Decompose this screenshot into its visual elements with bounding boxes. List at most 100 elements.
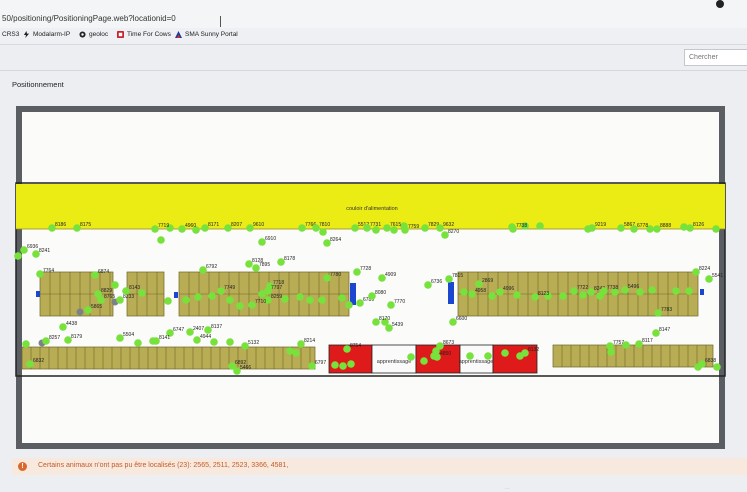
animal-marker[interactable] xyxy=(22,340,30,348)
animal-marker[interactable] xyxy=(484,352,492,360)
animal-id-label: 8126 xyxy=(693,222,704,228)
animal-id-label: 8123 xyxy=(538,291,549,297)
animal-id-label: 5865 xyxy=(91,304,102,310)
animal-marker[interactable] xyxy=(281,295,289,303)
water-trough-marker xyxy=(448,282,454,304)
animal-id-label: 7731 xyxy=(370,222,381,228)
animal-id-label: 5132 xyxy=(248,340,259,346)
animal-id-label: 6792 xyxy=(206,264,217,270)
animal-marker[interactable] xyxy=(338,294,346,302)
animal-id-label: 6797 xyxy=(315,360,326,366)
animal-id-label: 8178 xyxy=(284,256,295,262)
animal-marker[interactable] xyxy=(157,236,165,244)
animal-id-label: 8224 xyxy=(699,266,710,272)
animal-id-label: 4960 xyxy=(185,223,196,229)
animal-id-label: 6874 xyxy=(98,269,109,275)
animal-id-label: 8270 xyxy=(448,229,459,235)
animal-marker[interactable] xyxy=(296,293,304,301)
animal-marker[interactable] xyxy=(648,286,656,294)
animal-marker[interactable] xyxy=(319,228,327,236)
animal-marker[interactable] xyxy=(292,349,300,357)
animal-id-label: 5466 xyxy=(240,365,251,371)
animal-id-label: 8137 xyxy=(211,324,222,330)
animal-marker[interactable] xyxy=(194,293,202,301)
animal-id-label: 7749 xyxy=(224,285,235,291)
animal-id-label: 8147 xyxy=(659,327,670,333)
animal-id-label: 8259 xyxy=(271,294,282,300)
animal-marker[interactable] xyxy=(164,297,172,305)
animal-marker[interactable] xyxy=(407,353,415,361)
animal-id-label: 4996 xyxy=(503,286,514,292)
animal-marker[interactable] xyxy=(318,296,326,304)
animal-marker[interactable] xyxy=(226,296,234,304)
animal-marker[interactable] xyxy=(712,225,720,233)
animal-marker[interactable] xyxy=(460,288,468,296)
animal-id-label: 8179 xyxy=(71,334,82,340)
animal-marker[interactable] xyxy=(672,287,680,295)
gate-marker xyxy=(36,291,40,297)
animal-id-label: 8117 xyxy=(642,338,653,344)
animal-marker[interactable] xyxy=(466,352,474,360)
animal-id-label: 7780 xyxy=(330,272,341,278)
warning-icon: ! xyxy=(18,462,27,471)
animal-id-label: 8207 xyxy=(231,222,242,228)
stall-block xyxy=(21,346,316,370)
animal-id-label: 4958 xyxy=(475,288,486,294)
animal-id-label: 5496 xyxy=(628,284,639,290)
animal-marker[interactable] xyxy=(14,252,22,260)
stall-block xyxy=(552,344,714,368)
animal-marker[interactable] xyxy=(134,339,142,347)
animal-id-label: 7783 xyxy=(661,307,672,313)
animal-marker[interactable] xyxy=(513,291,521,299)
animal-id-label: 5439 xyxy=(392,322,403,328)
animal-id-label: 6747 xyxy=(173,327,184,333)
animal-id-label: 2407 xyxy=(193,326,204,332)
animal-id-label: 7738 xyxy=(607,285,618,291)
animal-id-label: 8171 xyxy=(208,222,219,228)
animal-marker[interactable] xyxy=(579,291,587,299)
animal-id-label: 9610 xyxy=(253,222,264,228)
animal-marker[interactable] xyxy=(536,222,544,230)
animal-id-label: 8143 xyxy=(129,285,140,291)
animal-id-label: 8186 xyxy=(55,222,66,228)
animal-marker[interactable] xyxy=(208,292,216,300)
barn-map: couloir d'alimentation apprentissage app… xyxy=(14,182,726,377)
animal-id-label: 7719 xyxy=(158,223,169,229)
animal-marker[interactable] xyxy=(210,338,218,346)
animal-marker[interactable] xyxy=(685,287,693,295)
animal-marker[interactable] xyxy=(501,349,509,357)
animal-marker[interactable] xyxy=(331,361,339,369)
gate-marker xyxy=(700,289,704,295)
animal-marker[interactable] xyxy=(111,281,119,289)
apprentissage-label: apprentissage xyxy=(377,359,412,365)
gate-marker xyxy=(174,292,178,298)
animal-id-label: 7710 xyxy=(255,299,266,305)
animal-marker[interactable] xyxy=(347,360,355,368)
animal-id-label: 8214 xyxy=(304,338,315,344)
animal-marker[interactable] xyxy=(339,362,347,370)
animal-marker[interactable] xyxy=(306,296,314,304)
animal-id-label: 9219 xyxy=(595,222,606,228)
inactive-animal-marker[interactable] xyxy=(76,308,84,316)
animal-id-label: 8754 xyxy=(350,343,361,349)
animal-id-label: 4438 xyxy=(66,321,77,327)
animal-id-label: 8888 xyxy=(660,223,671,229)
animal-marker[interactable] xyxy=(420,357,428,365)
animal-id-label: 6910 xyxy=(265,236,276,242)
animal-marker[interactable] xyxy=(236,302,244,310)
animal-marker[interactable] xyxy=(713,363,721,371)
animal-id-label: 6736 xyxy=(431,279,442,285)
animal-marker[interactable] xyxy=(182,296,190,304)
animal-id-label: 7757 xyxy=(613,340,624,346)
animal-id-label: 4850 xyxy=(440,351,451,357)
animal-id-label: 8080 xyxy=(375,290,386,296)
animal-marker[interactable] xyxy=(226,338,234,346)
animal-id-label: 7895 xyxy=(259,262,270,268)
animal-marker[interactable] xyxy=(488,292,496,300)
animal-marker[interactable] xyxy=(559,292,567,300)
animal-marker[interactable] xyxy=(345,301,353,309)
animal-id-label: 7770 xyxy=(394,299,405,305)
animal-id-label: 8175 xyxy=(80,222,91,228)
alert-text: Certains animaux n'ont pas pu être local… xyxy=(38,462,289,469)
apprentissage-label: apprentissage xyxy=(459,359,494,365)
